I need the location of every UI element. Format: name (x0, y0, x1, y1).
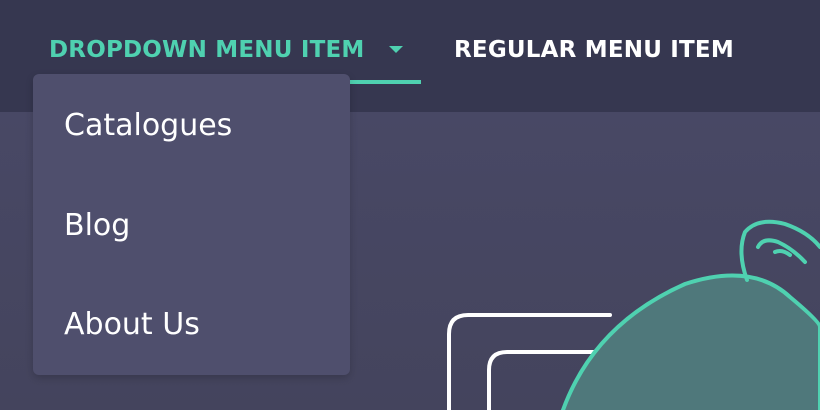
menu-item-blog[interactable]: Blog (64, 205, 130, 247)
menu-item-label: About Us (64, 307, 200, 342)
nav-item-dropdown[interactable]: DROPDOWN MENU ITEM (49, 30, 364, 70)
menu-item-about-us[interactable]: About Us (64, 304, 200, 346)
dropdown-menu: Catalogues Blog About Us (33, 74, 350, 375)
caret-down-icon[interactable] (389, 46, 403, 53)
nav-item-regular-label: REGULAR MENU ITEM (454, 37, 734, 63)
nav-item-regular[interactable]: REGULAR MENU ITEM (454, 30, 734, 70)
menu-item-label: Catalogues (64, 108, 233, 143)
bag-handle-small (773, 249, 792, 257)
menu-item-label: Blog (64, 208, 131, 243)
teal-bag-illustration (560, 273, 820, 410)
menu-item-catalogues[interactable]: Catalogues (64, 105, 232, 147)
nav-item-dropdown-label: DROPDOWN MENU ITEM (49, 37, 365, 63)
